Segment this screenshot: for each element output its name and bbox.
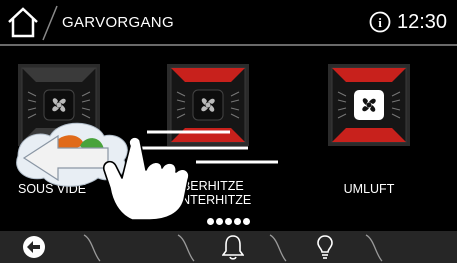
oven-frame bbox=[167, 64, 249, 146]
back-arrow-icon bbox=[23, 236, 45, 258]
mode-label-line1: OBERHITZE bbox=[172, 179, 244, 193]
page-indicator bbox=[0, 212, 457, 230]
top-bar: GARVORGANG i 12:30 bbox=[0, 0, 457, 46]
page-dot bbox=[207, 218, 214, 225]
mode-tile-convection[interactable] bbox=[328, 64, 410, 146]
oven-frame bbox=[18, 64, 100, 146]
bottom-bar bbox=[0, 231, 457, 263]
home-icon[interactable] bbox=[6, 5, 40, 39]
page-dot bbox=[225, 218, 232, 225]
page-title: GARVORGANG bbox=[62, 14, 174, 31]
mode-label-convection: UMLUFT bbox=[343, 182, 395, 196]
back-button[interactable] bbox=[0, 231, 86, 263]
mode-label-top-bottom-heat: OBERHITZE +UNTERHITZE bbox=[158, 179, 258, 207]
header-divider bbox=[42, 5, 58, 41]
mode-tile-sous-vide[interactable] bbox=[18, 64, 100, 146]
page-dot bbox=[216, 218, 223, 225]
lightbulb-icon bbox=[317, 235, 333, 259]
info-icon[interactable]: i bbox=[369, 11, 391, 33]
tips-button[interactable] bbox=[288, 231, 366, 263]
mode-label-line2: +UNTERHITZE bbox=[164, 193, 252, 207]
page-dot bbox=[243, 218, 250, 225]
clock: 12:30 bbox=[397, 11, 448, 33]
bell-icon bbox=[222, 235, 244, 260]
mode-tile-top-bottom-heat[interactable] bbox=[167, 64, 249, 146]
page-dot bbox=[234, 218, 241, 225]
timer-button[interactable] bbox=[196, 231, 274, 263]
svg-text:i: i bbox=[378, 15, 382, 30]
oven-frame bbox=[328, 64, 410, 146]
mode-label-sous-vide: SOUS VIDE bbox=[18, 182, 87, 196]
